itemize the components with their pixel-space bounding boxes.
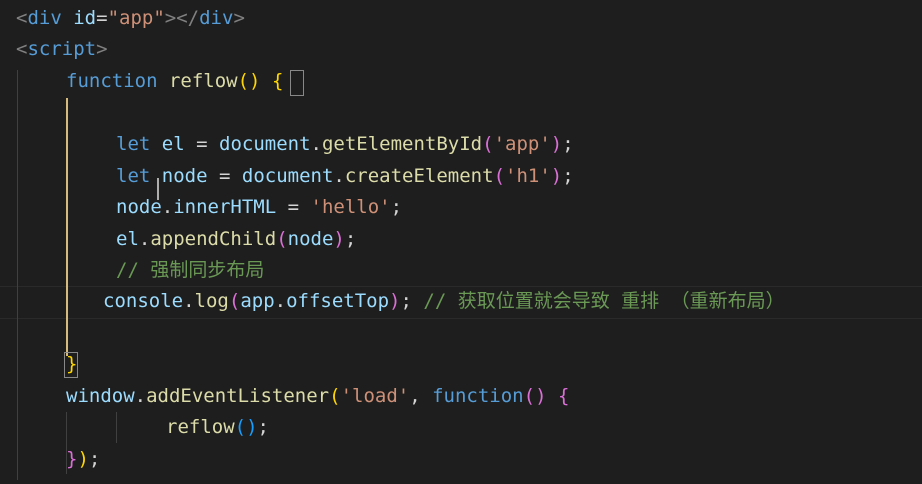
code-token: function [432,385,524,407]
code-token: node [116,196,162,218]
code-token: function [66,70,158,92]
code-token: 'h1' [505,165,551,187]
code-token: document [219,133,311,155]
code-token: } [66,448,78,470]
code-token: 'hello' [310,196,391,218]
indent-guide [116,412,117,443]
code-token: div [199,7,234,29]
code-token: { [557,385,570,407]
code-editor[interactable]: <div id="app"></div> <script> function r… [0,0,922,484]
code-token: = [207,165,242,187]
code-token: () [237,70,261,92]
code-token: () [523,385,547,407]
code-token: script [27,38,97,60]
code-token: reflow [166,416,235,438]
code-token: createElement [344,165,494,187]
code-token: getElementById [321,133,483,155]
code-token: < [16,7,28,29]
code-token: ( [276,228,288,250]
code-token: ) [550,133,563,155]
code-token: addEventListener [146,385,330,407]
code-line-8[interactable]: el.appendChild(node); [116,224,356,255]
code-token: appendChild [150,228,277,250]
code-line-12[interactable]: } [66,349,77,380]
code-token: = [276,196,311,218]
code-token: id [73,7,97,29]
indent-guide [17,70,18,480]
code-token: ) [77,448,89,470]
code-token: node [161,165,208,187]
bracket-match-open [290,70,304,96]
code-line-15[interactable]: }); [66,444,100,475]
code-token: document [241,165,334,187]
code-token: . [183,290,195,312]
code-line-13[interactable]: window.addEventListener('load', function… [66,381,569,412]
code-line-2[interactable]: <script> [16,34,108,65]
code-token: div [27,7,62,29]
code-token: console [103,290,184,312]
code-token: > [233,7,245,29]
code-token: ; [562,133,574,155]
code-token: ></ [164,7,200,29]
code-token: () [234,416,258,438]
code-token: innerHTML [173,196,277,218]
code-token: = [96,7,108,29]
code-token: let [116,133,151,155]
code-token: reflow [168,70,238,92]
code-token: . [274,290,287,312]
code-token: ; [400,290,424,312]
code-token: > [96,38,108,60]
code-token: ( [329,385,341,407]
active-indent-guide [66,98,68,356]
code-token: "app" [107,7,165,29]
code-token: . [333,165,345,187]
code-token: ; [344,228,357,250]
code-token: ( [482,133,494,155]
code-line-9[interactable]: // 强制同步布局 [116,255,264,286]
code-token: el [116,228,139,250]
code-token: ( [228,290,241,312]
code-token: log [194,290,229,312]
code-token: . [161,196,174,218]
code-token: ; [390,196,403,218]
code-line-1[interactable]: <div id="app"></div> [16,3,245,34]
code-token: ; [88,448,101,470]
code-token: 'app' [493,133,551,155]
code-token: < [16,38,28,60]
code-token: ) [389,290,401,312]
code-line-6[interactable]: let node = document.createElement('h1'); [116,161,574,192]
text-cursor [157,178,159,200]
code-line-14[interactable]: reflow(); [166,412,269,443]
code-token: ) [550,165,563,187]
code-token: . [310,133,322,155]
code-token: ) [333,228,345,250]
code-token: . [134,385,147,407]
code-line-3[interactable]: function reflow() { [66,66,283,97]
code-token: { [271,70,284,92]
code-token: ( [493,165,506,187]
code-token: } [66,353,78,375]
code-token: let [116,165,151,187]
code-token: = [184,133,219,155]
code-token: window [66,385,135,407]
code-token: node [287,228,334,250]
code-token: 'load' [340,385,410,407]
code-token: // 强制同步布局 [116,259,265,281]
code-token: offsetTop [286,290,390,312]
code-token: el [161,133,185,155]
code-token: . [138,228,151,250]
code-token: // 获取位置就会导致 重排 （重新布局） [423,290,785,312]
code-token: , [409,385,433,407]
code-token: ; [562,165,574,187]
code-token: ; [257,416,269,438]
code-line-5[interactable]: let el = document.getElementById('app'); [116,129,574,160]
code-token: app [240,290,275,312]
code-line-10[interactable]: console.log(app.offsetTop); // 获取位置就会导致 … [103,286,785,317]
